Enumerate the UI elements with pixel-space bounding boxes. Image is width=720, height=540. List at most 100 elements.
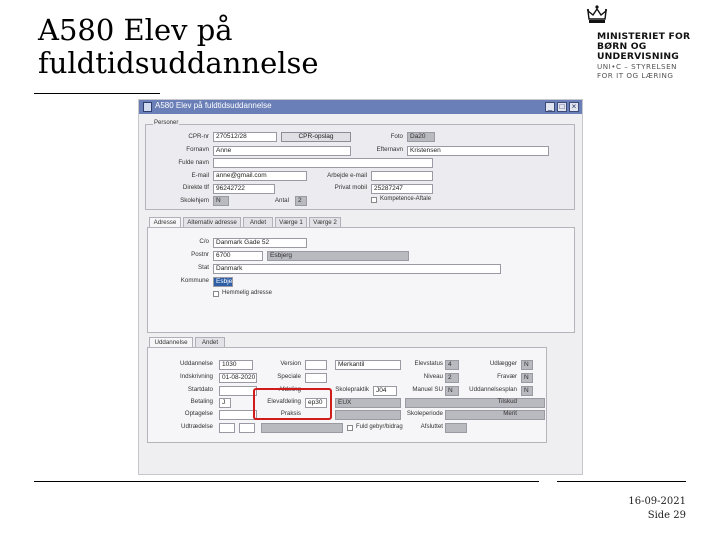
arbejde-email-field[interactable]: [371, 171, 433, 181]
maximize-button[interactable]: □: [557, 102, 567, 112]
by-field: Esbjerg: [267, 251, 409, 261]
cpr-lookup-button[interactable]: CPR-opslag: [281, 132, 351, 142]
fulde-navn-field[interactable]: [213, 158, 433, 168]
co-field[interactable]: Danmark Gade 52: [213, 238, 307, 248]
tilskud-label: Tilskud: [497, 398, 517, 405]
praksis-field: [335, 410, 401, 420]
speciale-field[interactable]: Merkantil: [335, 360, 401, 370]
afsluttet-label: Afsluttet: [420, 423, 443, 430]
fravaer-label: Fravær: [497, 373, 517, 380]
window-titlebar: A580 Elev på fuldtidsuddannelse _ □ ×: [139, 100, 582, 114]
niveau-field: 2: [445, 373, 459, 383]
app-window: A580 Elev på fuldtidsuddannelse _ □ × Pe…: [138, 99, 583, 475]
kompetence-checkbox[interactable]: [371, 197, 377, 203]
window-title: A580 Elev på fuldtidsuddannelse: [155, 101, 272, 110]
indskrivning-label: Indskrivning: [179, 373, 213, 380]
slide-title: A580 Elev på fuldtidsuddannelse: [38, 13, 319, 80]
optagelse-label: Optagelse: [184, 410, 213, 417]
udtraedelse-text: [261, 423, 343, 433]
skolehjem-field: N: [213, 196, 229, 206]
close-button[interactable]: ×: [569, 102, 579, 112]
elevstatus-label: Elevstatus: [414, 360, 443, 367]
hemmelig-adresse-checkbox[interactable]: [213, 291, 219, 297]
hemmelig-adresse-label: Hemmelig adresse: [222, 290, 273, 296]
uddannelse-label: Uddannelse: [179, 360, 213, 367]
stat-label: Stat: [197, 264, 209, 271]
skolehjem-label: Skolehjem: [180, 197, 209, 204]
betaling-field[interactable]: J: [219, 398, 231, 408]
manuel-su-label: Manuel SU: [412, 386, 443, 393]
uddannelsesplan-label: Uddannelsesplan: [469, 386, 517, 393]
niveau-label: Niveau: [423, 373, 443, 380]
postnr-label: Postnr: [191, 251, 209, 258]
fuld-gebyr-label: Fuld gebyr/bidrag: [356, 424, 403, 430]
elevafdeling-text: EUX: [335, 398, 401, 408]
cpr-label: CPR-nr: [188, 133, 209, 140]
udlaegger-field: N: [521, 360, 533, 370]
cpr-field[interactable]: 270512/28: [213, 132, 277, 142]
indskrivning-field[interactable]: 01-08-2020: [219, 373, 257, 383]
title-underline: [34, 93, 160, 94]
fravaer-field: N: [521, 373, 533, 383]
version-label: Version: [280, 360, 301, 367]
efternavn-label: Efternavn: [376, 146, 403, 153]
manuel-su-field: N: [445, 386, 459, 396]
fulde-navn-label: Fulde navn: [178, 159, 209, 166]
udtraedelse-code-field[interactable]: [239, 423, 255, 433]
version-field[interactable]: [305, 360, 327, 370]
udtraedelse-label: Udtrædelse: [181, 423, 213, 430]
betaling-label: Betaling: [190, 398, 213, 405]
privat-mobil-label: Privat mobil: [334, 184, 367, 191]
antal-label: Antal: [274, 197, 289, 204]
ministry-logo: MINISTERIET FOR BØRN OG UNDERVISNING UNI…: [585, 4, 710, 84]
co-label: C/o: [199, 238, 209, 245]
email-field[interactable]: anne@gmail.com: [213, 171, 307, 181]
logo-subtitle: UNI•C – STYRELSEN FOR IT OG LÆRING: [597, 62, 677, 80]
stat-field[interactable]: Danmark: [213, 264, 501, 274]
fuld-gebyr-checkbox[interactable]: [347, 425, 353, 431]
startdato-label: Startdato: [187, 386, 213, 393]
udtraedelse-field[interactable]: [219, 423, 235, 433]
slide-date: 16-09-2021: [628, 496, 686, 507]
logo-line: UNDERVISNING: [597, 51, 680, 62]
fornavn-field[interactable]: Anne: [213, 146, 351, 156]
afsluttet-field: [445, 423, 467, 433]
email-label: E-mail: [191, 172, 209, 179]
kommune-label: Kommune: [180, 277, 209, 284]
elevafdeling-highlight: [253, 388, 332, 420]
speciale2-label: Speciale: [277, 373, 301, 380]
minimize-button[interactable]: _: [545, 102, 555, 112]
kompetence-label: Kompetence-Aftale: [380, 196, 432, 202]
arbejde-email-label: Arbejde e-mail: [327, 172, 367, 179]
footer-line-right: [557, 481, 686, 482]
privat-mobil-field[interactable]: 25287247: [371, 184, 433, 194]
antal-field: 2: [295, 196, 307, 206]
uddannelse-field[interactable]: 1030: [219, 360, 253, 370]
person-group-title: Personer: [153, 120, 180, 126]
crown-icon: [586, 5, 608, 23]
fornavn-label: Fornavn: [186, 146, 209, 153]
skoleperiode-label: Skoleperiode: [406, 410, 443, 417]
kommune-field[interactable]: Esbjerg: [213, 277, 233, 287]
app-icon: [143, 102, 152, 112]
uddannelsesplan-field: N: [521, 386, 533, 396]
elevstatus-field: 4: [445, 360, 459, 370]
footer-info: 16-09-2021 Side 29: [628, 495, 686, 523]
direkte-tlf-label: Direkte tlf: [182, 184, 209, 191]
slide-page-number: Side 29: [647, 510, 686, 521]
direkte-tlf-field[interactable]: 96242722: [213, 184, 275, 194]
efternavn-field[interactable]: Kristensen: [407, 146, 549, 156]
photo-field: Da20: [407, 132, 435, 142]
logo-wordmark: MINISTERIET FOR BØRN OG UNDERVISNING: [597, 32, 690, 62]
footer-line-left: [34, 481, 539, 482]
startdato-field[interactable]: [219, 386, 257, 396]
address-panel: [147, 227, 575, 333]
speciale2-field[interactable]: [305, 373, 327, 383]
logo-subline: FOR IT OG LÆRING: [597, 70, 674, 80]
udlaegger-label: Udlægger: [489, 360, 517, 367]
skolepraktik-field[interactable]: J04: [373, 386, 397, 396]
photo-label: Foto: [390, 133, 403, 140]
merit-label: Merit: [503, 410, 517, 417]
optagelse-field[interactable]: [219, 410, 257, 420]
postnr-field[interactable]: 6700: [213, 251, 263, 261]
